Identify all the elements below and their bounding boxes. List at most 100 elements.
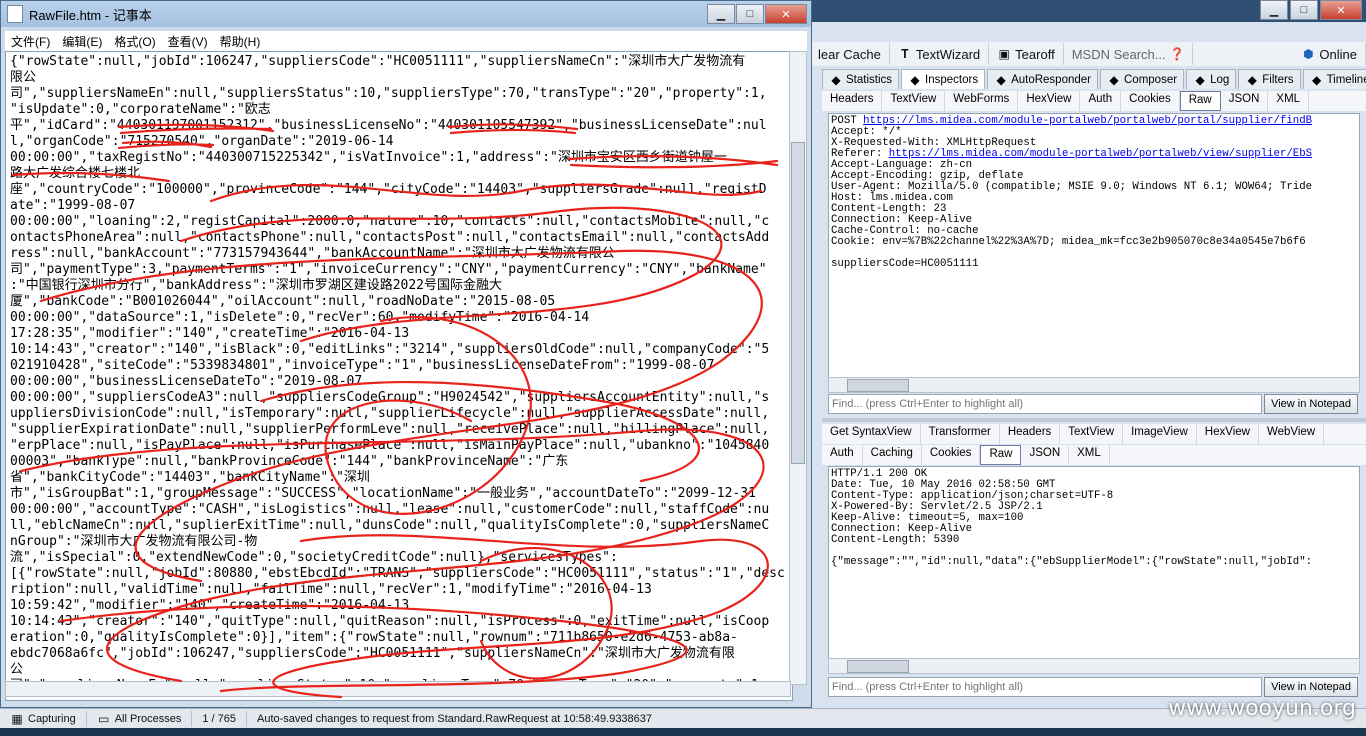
session-count-label: 1 / 765	[202, 713, 236, 725]
notepad-maximize-button[interactable]: □	[736, 4, 764, 24]
notepad-text[interactable]: {"rowState":null,"jobId":106247,"supplie…	[10, 54, 786, 694]
raw-line-text: Cookie: env=%7B%22channel%22%3A%7D; mide…	[831, 236, 1306, 248]
capture-icon: ▦	[11, 712, 23, 726]
request-find-input[interactable]	[828, 394, 1263, 414]
tearoff-button[interactable]: ▣ Tearoff	[989, 43, 1064, 65]
subtab-cookies[interactable]: Cookies	[922, 445, 981, 465]
notepad-window: RawFile.htm - 记事本 ▁ □ ✕ 文件(F) 编辑(E) 格式(O) 查…	[0, 0, 812, 708]
menu-item-4[interactable]: 帮助(H)	[214, 33, 267, 50]
status-message: Auto-saved changes to request from Stand…	[247, 711, 662, 727]
tab-label: Statistics	[846, 73, 893, 86]
maximize-button[interactable]: □	[1290, 0, 1318, 20]
raw-line: POST https://lms.midea.com/module-portal…	[831, 116, 1357, 127]
menu-item-2[interactable]: 格式(O)	[108, 33, 161, 50]
tab-composer[interactable]: ◆ Composer	[1100, 69, 1185, 89]
tab-timeline[interactable]: ◆ Timeline	[1302, 69, 1366, 89]
close-button[interactable]: ✕	[1320, 0, 1362, 20]
response-find-input[interactable]	[828, 677, 1263, 697]
subtab-json[interactable]: JSON	[1221, 91, 1269, 111]
subtab-xml[interactable]: XML	[1268, 91, 1310, 111]
request-raw-view[interactable]: POST https://lms.midea.com/module-portal…	[828, 113, 1360, 381]
watermark: www.wooyun.org	[1168, 696, 1356, 721]
subtab-auth[interactable]: Auth	[822, 445, 863, 465]
subtab-caching[interactable]: Caching	[863, 445, 922, 465]
response-view-in-notepad-button[interactable]: View in Notepad	[1264, 677, 1358, 697]
notepad-minimize-button[interactable]: ▁	[707, 4, 735, 24]
request-url-link[interactable]: https://lms.midea.com/module-portalweb/p…	[863, 115, 1312, 127]
request-view-in-notepad-button[interactable]: View in Notepad	[1264, 394, 1358, 414]
subtab-hexview[interactable]: HexView	[1018, 91, 1081, 111]
menu-item-1[interactable]: 编辑(E)	[56, 33, 108, 50]
request-hscrollbar[interactable]	[828, 377, 1360, 393]
notepad-text-area[interactable]: {"rowState":null,"jobId":106247,"supplie…	[5, 51, 793, 701]
subtab-webforms[interactable]: WebForms	[945, 91, 1019, 111]
tab-statistics[interactable]: ◆ Statistics	[822, 69, 900, 89]
tab-autoresponder[interactable]: ◆ AutoResponder	[987, 69, 1098, 89]
tab-label: Filters	[1262, 73, 1294, 86]
subtab-raw[interactable]: Raw	[980, 445, 1022, 465]
autoresponder-icon: ◆	[996, 72, 1006, 87]
statistics-icon: ◆	[831, 72, 841, 87]
clear-cache-label: lear Cache	[818, 46, 881, 62]
notepad-menubar: 文件(F) 编辑(E) 格式(O) 查看(V) 帮助(H)	[5, 31, 807, 51]
subtab-get-syntaxview[interactable]: Get SyntaxView	[822, 424, 921, 444]
response-hscrollbar[interactable]	[828, 658, 1360, 674]
process-icon: ▭	[98, 712, 110, 726]
subtab-headers[interactable]: Headers	[822, 91, 883, 111]
online-icon: ⬢	[1303, 47, 1314, 61]
raw-line-text: Content-Length: 5390	[831, 534, 960, 546]
tearoff-icon: ▣	[998, 47, 1010, 61]
help-icon[interactable]: ❓	[1170, 47, 1185, 61]
response-raw-view[interactable]: HTTP/1.1 200 OK Date: Tue, 10 May 2016 02…	[828, 466, 1360, 660]
subtab-headers[interactable]: Headers	[1000, 424, 1061, 444]
windows-taskbar	[0, 728, 1366, 736]
subtab-imageview[interactable]: ImageView	[1123, 424, 1197, 444]
status-message-label: Auto-saved changes to request from Stand…	[256, 713, 653, 725]
session-count: 1 / 765	[192, 711, 247, 727]
online-indicator[interactable]: ⬢ Online	[1293, 43, 1366, 65]
subtab-webview[interactable]: WebView	[1259, 424, 1325, 444]
text-wizard-button[interactable]: 𝐓 TextWizard	[890, 43, 990, 65]
tab-inspectors[interactable]: ◆ Inspectors	[901, 69, 986, 89]
subtab-json[interactable]: JSON	[1021, 445, 1070, 465]
process-filter[interactable]: ▭ All Processes	[87, 711, 193, 727]
raw-line: suppliersCode=HC0051111	[831, 259, 1357, 270]
minimize-button[interactable]: ▁	[1260, 0, 1288, 20]
clear-cache-button[interactable]: lear Cache	[810, 43, 890, 65]
filters-icon: ◆	[1247, 72, 1257, 87]
tab-filters[interactable]: ◆ Filters	[1238, 69, 1301, 89]
notepad-close-button[interactable]: ✕	[765, 4, 807, 24]
notepad-hscrollbar[interactable]	[5, 681, 791, 697]
fiddler-main-tabs: ◆ Statistics ◆ Inspectors ◆ AutoResponder ◆ Com…	[822, 69, 1366, 89]
subtab-raw[interactable]: Raw	[1179, 91, 1221, 111]
menu-item-0[interactable]: 文件(F)	[5, 33, 56, 50]
msdn-search-label: MSDN Search...	[1071, 46, 1166, 62]
notepad-vscrollbar[interactable]	[789, 51, 807, 685]
composer-icon: ◆	[1109, 72, 1119, 87]
raw-line: Content-Length: 5390	[831, 535, 1357, 546]
menu-item-3[interactable]: 查看(V)	[162, 33, 214, 50]
raw-line: {"message":"","id":null,"data":{"ebSuppl…	[831, 557, 1357, 568]
subtab-textview[interactable]: TextView	[882, 91, 946, 111]
subtab-xml[interactable]: XML	[1069, 445, 1110, 465]
response-inspector-tabs-row1: Get SyntaxView Transformer Headers TextView…	[822, 424, 1366, 444]
process-filter-label: All Processes	[114, 713, 182, 725]
tab-label: Timeline	[1326, 73, 1366, 86]
online-label: Online	[1319, 46, 1357, 62]
pane-splitter[interactable]	[822, 418, 1366, 422]
notepad-titlebar[interactable]: RawFile.htm - 记事本 ▁ □ ✕	[1, 1, 811, 27]
tab-log[interactable]: ◆ Log	[1186, 69, 1237, 89]
timeline-icon: ◆	[1311, 72, 1322, 87]
notepad-icon	[7, 5, 23, 23]
capturing-toggle[interactable]: ▦ Capturing	[0, 711, 87, 727]
subtab-auth[interactable]: Auth	[1080, 91, 1122, 111]
subtab-textview[interactable]: TextView	[1060, 424, 1124, 444]
text-wizard-label: TextWizard	[915, 46, 981, 62]
msdn-search-box[interactable]: MSDN Search... ❓	[1064, 43, 1193, 65]
subtab-transformer[interactable]: Transformer	[921, 424, 1000, 444]
subtab-hexview[interactable]: HexView	[1197, 424, 1259, 444]
fiddler-toolbar: lear Cache 𝐓 TextWizard ▣ Tearoff MSDN Sea…	[810, 42, 1366, 66]
subtab-cookies[interactable]: Cookies	[1121, 91, 1180, 111]
tearoff-label: Tearoff	[1015, 46, 1055, 62]
tab-label: AutoResponder	[1011, 73, 1091, 86]
